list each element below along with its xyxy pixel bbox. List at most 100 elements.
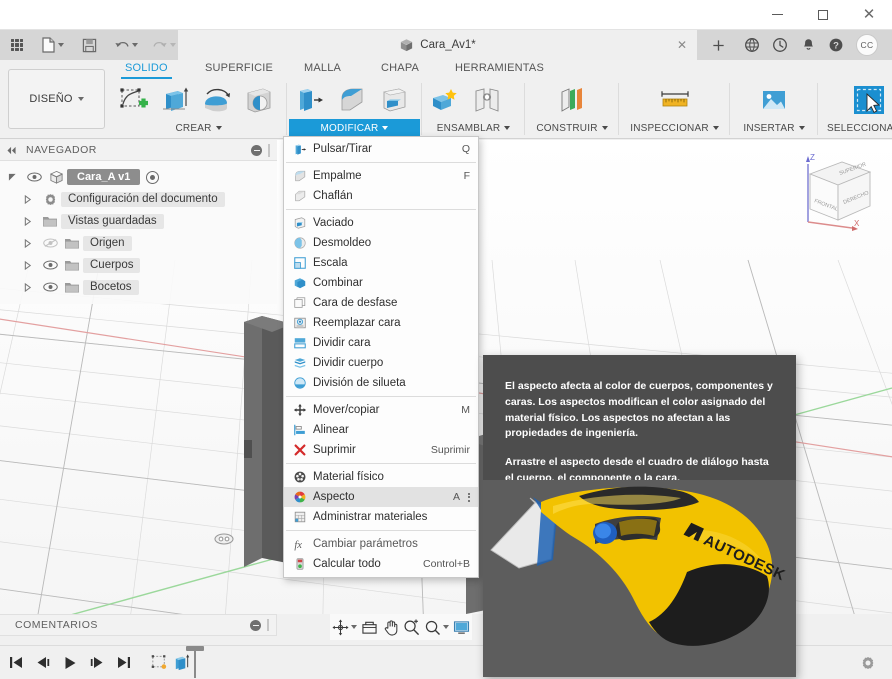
tab-solido[interactable]: SOLIDO	[121, 62, 172, 79]
visibility-eye-icon[interactable]	[39, 282, 61, 292]
comments-panel-header[interactable]: COMENTARIOS	[0, 614, 277, 636]
document-tab[interactable]: Cara_Av1* ✕	[178, 30, 698, 60]
menu-item-alinear[interactable]: Alinear	[284, 420, 478, 440]
menu-item-reemplazar-cara[interactable]: Reemplazar cara	[284, 313, 478, 333]
go-to-end-button[interactable]	[114, 646, 134, 679]
menu-item-chaflan[interactable]: Chaflán	[284, 186, 478, 206]
panel-modificar-label[interactable]: MODIFICAR	[289, 119, 420, 137]
app-grid-button[interactable]	[5, 30, 29, 60]
expand-triangle-icon[interactable]	[24, 194, 39, 204]
revolve-button[interactable]	[196, 80, 238, 120]
menu-item-empalme[interactable]: Empalme F	[284, 166, 478, 186]
menu-item-vaciado[interactable]: Vaciado	[284, 213, 478, 233]
timeline-feature-extrude[interactable]	[170, 650, 192, 676]
menu-item-overflow-icon[interactable]	[464, 492, 474, 502]
menu-item-cambiar-parametros[interactable]: fx Cambiar parámetros	[284, 534, 478, 554]
recent-activity-button[interactable]	[766, 30, 794, 60]
close-document-tab-button[interactable]: ✕	[675, 38, 689, 52]
fit-button[interactable]	[422, 614, 451, 640]
panel-construir-label[interactable]: CONSTRUIR	[527, 119, 617, 137]
visibility-eye-icon[interactable]	[39, 260, 61, 270]
extrude-button[interactable]	[154, 80, 196, 120]
new-component-button[interactable]	[424, 80, 466, 120]
activate-component-radio[interactable]	[146, 170, 160, 184]
notifications-button[interactable]	[794, 30, 822, 60]
menu-item-suprimir[interactable]: Suprimir Suprimir	[284, 440, 478, 460]
viewcube[interactable]: Z X SUPERIOR FRONTAL DERECHO	[786, 148, 878, 234]
resize-handle-icon[interactable]	[267, 143, 271, 157]
resize-handle-icon[interactable]	[266, 619, 270, 631]
shell-button[interactable]	[373, 80, 415, 120]
undo-button[interactable]	[111, 30, 141, 60]
browser-item-sketches[interactable]: Bocetos	[0, 276, 277, 298]
timeline-feature-sketch[interactable]	[148, 650, 170, 676]
step-back-button[interactable]	[33, 646, 53, 679]
browser-root-row[interactable]: Cara_A v1	[0, 166, 277, 188]
expand-triangle-icon[interactable]	[24, 282, 39, 292]
tab-chapa[interactable]: CHAPA	[377, 62, 423, 77]
menu-item-dividir-cara[interactable]: Dividir cara	[284, 333, 478, 353]
browser-item-saved-views[interactable]: Vistas guardadas	[0, 210, 277, 232]
panel-inspeccionar-label[interactable]: INSPECCIONAR	[621, 119, 728, 137]
file-menu-button[interactable]	[38, 30, 67, 60]
menu-item-cara-de-desfase[interactable]: Cara de desfase	[284, 293, 478, 313]
pan-button[interactable]	[380, 614, 401, 640]
offset-plane-button[interactable]	[551, 80, 593, 120]
menu-item-dividir-cuerpo[interactable]: Dividir cuerpo	[284, 353, 478, 373]
tab-malla[interactable]: MALLA	[300, 62, 345, 77]
redo-button[interactable]	[149, 30, 179, 60]
browser-item-bodies[interactable]: Cuerpos	[0, 254, 277, 276]
tab-herramientas[interactable]: HERRAMIENTAS	[451, 62, 548, 77]
maximize-button[interactable]	[800, 0, 846, 29]
collapse-panel-icon[interactable]	[251, 144, 262, 156]
expand-triangle-icon[interactable]	[24, 238, 39, 248]
visibility-eye-icon[interactable]	[23, 172, 45, 182]
menu-item-desmoldeo[interactable]: Desmoldeo	[284, 233, 478, 253]
panel-seleccionar-label[interactable]: SELECCIONAR	[820, 119, 892, 137]
browser-item-document-settings[interactable]: Configuración del documento	[0, 188, 277, 210]
select-button[interactable]	[848, 80, 890, 120]
menu-item-division-de-silueta[interactable]: División de silueta	[284, 373, 478, 393]
step-forward-button[interactable]	[87, 646, 107, 679]
avatar[interactable]: CC	[856, 34, 878, 56]
panel-insertar-label[interactable]: INSERTAR	[732, 119, 816, 137]
visibility-eye-off-icon[interactable]	[39, 238, 61, 248]
new-tab-button[interactable]	[704, 30, 732, 60]
timeline-marker[interactable]	[186, 645, 204, 678]
workspace-switcher-button[interactable]: DISEÑO	[8, 69, 105, 129]
go-to-start-button[interactable]	[6, 646, 26, 679]
close-window-button[interactable]: ✕	[846, 0, 892, 29]
joint-button[interactable]	[466, 80, 508, 120]
expand-triangle-icon[interactable]	[24, 216, 39, 226]
expand-triangle-icon[interactable]	[24, 260, 39, 270]
menu-item-aspecto[interactable]: Aspecto A	[284, 487, 478, 507]
menu-item-combinar[interactable]: Combinar	[284, 273, 478, 293]
panel-crear-label[interactable]: CREAR	[112, 119, 285, 137]
fillet-button[interactable]	[331, 80, 373, 120]
menu-item-pulsar-tirar[interactable]: Pulsar/Tirar Q	[284, 139, 478, 159]
hole-button[interactable]	[238, 80, 280, 120]
collapse-left-icon[interactable]	[6, 146, 17, 155]
orbit-button[interactable]	[330, 614, 359, 640]
help-button[interactable]: ?	[822, 30, 850, 60]
timeline-settings-button[interactable]	[858, 646, 878, 679]
menu-item-escala[interactable]: Escala	[284, 253, 478, 273]
menu-item-calcular-todo[interactable]: Calcular todo Control+B	[284, 554, 478, 574]
look-at-button[interactable]	[359, 614, 380, 640]
press-pull-button[interactable]	[289, 80, 331, 120]
zoom-button[interactable]	[401, 614, 422, 640]
display-settings-button[interactable]	[451, 614, 472, 640]
play-button[interactable]	[60, 646, 80, 679]
measure-button[interactable]	[654, 80, 696, 120]
expand-triangle-icon[interactable]	[8, 173, 23, 182]
create-sketch-button[interactable]	[112, 80, 154, 120]
menu-item-mover-copiar[interactable]: Mover/copiar M	[284, 400, 478, 420]
save-button[interactable]	[77, 30, 101, 60]
tab-superficie[interactable]: SUPERFICIE	[201, 62, 277, 77]
panel-ensamblar-label[interactable]: ENSAMBLAR	[424, 119, 523, 137]
menu-item-material-fisico[interactable]: Material físico	[284, 467, 478, 487]
data-panel-button[interactable]	[738, 30, 766, 60]
browser-item-origin[interactable]: Origen	[0, 232, 277, 254]
collapse-panel-icon[interactable]	[250, 619, 261, 631]
insert-image-button[interactable]	[753, 80, 795, 120]
